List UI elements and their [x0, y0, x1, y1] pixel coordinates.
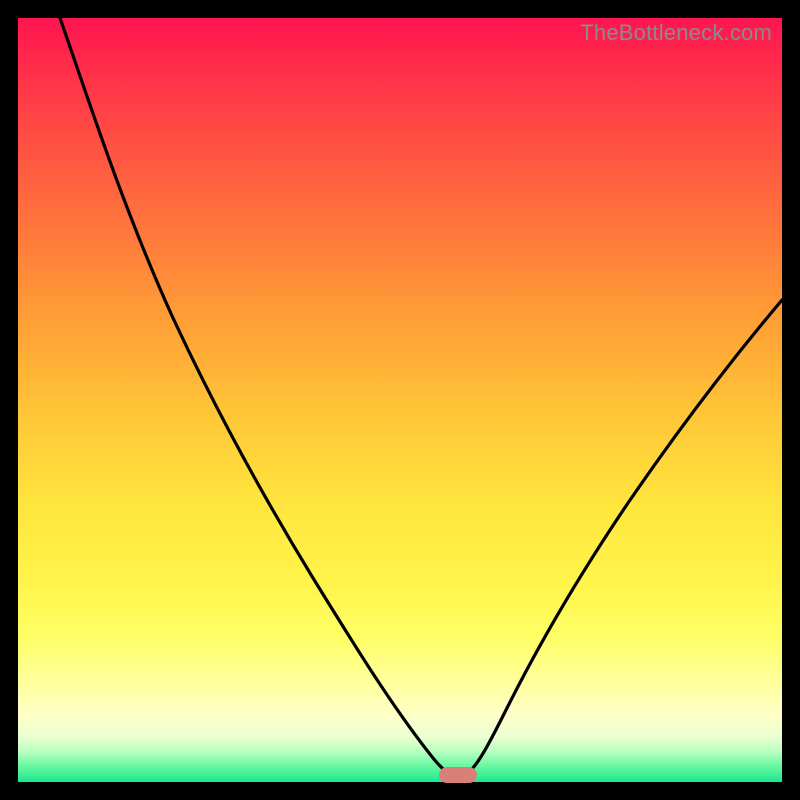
bottleneck-minimum-marker	[439, 767, 477, 783]
curve-path	[60, 18, 782, 777]
chart-frame: TheBottleneck.com	[0, 0, 800, 800]
bottleneck-curve	[18, 18, 782, 782]
plot-area: TheBottleneck.com	[18, 18, 782, 782]
